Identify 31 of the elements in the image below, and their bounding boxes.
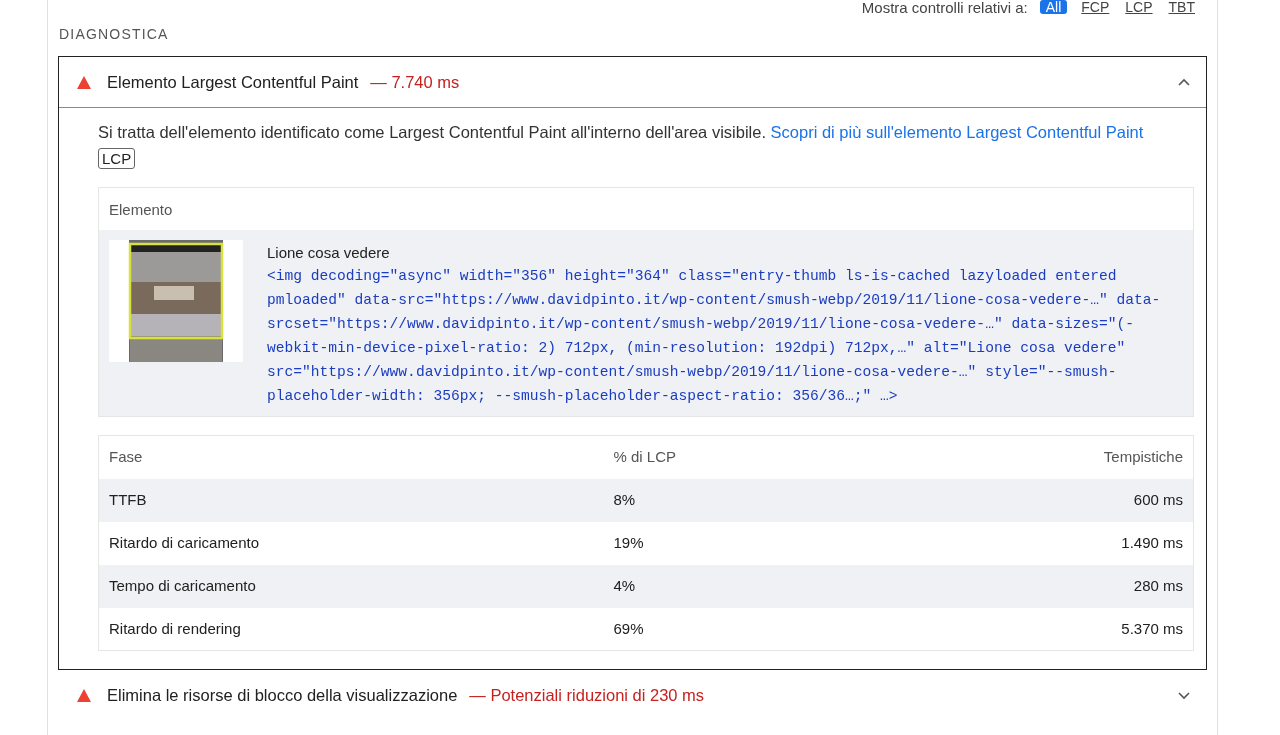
- column-header: Fase: [98, 435, 604, 479]
- column-header: % di LCP: [603, 435, 871, 479]
- filter-chip[interactable]: All: [1039, 0, 1068, 14]
- filter-label: Mostra controlli relativi a:: [861, 0, 1028, 15]
- column-header: Elemento: [108, 200, 174, 220]
- table-cell: 600 ms: [870, 478, 1194, 522]
- table-cell: 5.370 ms: [870, 607, 1194, 651]
- learn-more-link[interactable]: Scopri di più sull'elemento Largest Contentful Paint: [770, 123, 1144, 141]
- filter-chip[interactable]: TBT: [1166, 0, 1197, 14]
- filter-chip[interactable]: FCP: [1079, 0, 1112, 14]
- metric-tag: LCP: [98, 148, 136, 169]
- table-cell: 1.490 ms: [870, 521, 1194, 565]
- table-cell: 8%: [603, 478, 871, 522]
- warning-triangle-icon: [77, 75, 91, 89]
- audit-description: Si tratta dell'elemento identificato come Largest Contentful Paint all'interno dell'area visibile.: [98, 123, 767, 141]
- table-cell: 69%: [603, 607, 871, 651]
- filter-chip[interactable]: LCP: [1123, 0, 1155, 14]
- table-cell: 4%: [603, 564, 871, 608]
- chevron-icon: [1178, 691, 1190, 701]
- table-cell: Tempo di caricamento: [98, 564, 604, 608]
- table-cell: 19%: [603, 521, 871, 565]
- html-snippet: <img decoding="async" width="356" height="364" class="entry-thumb ls-is-cached lazyloaded entered pmloaded" data-src="https://www.davidpinto.it/wp-content/smush-webp/2019/11/lione-cosa-vedere-…" data-srcset="https://www.davidpinto.it/wp-content/smush-webp/2019/11/lione-cosa-vedere-…" data-sizes="(-webkit-min-device-pixel-ratio: 2) 712px, (min-resolution: 192dpi) 712px,…" alt="Lione cosa vedere" src="https://www.davidpinto.it/wp-content/smush-webp/2019/11/lione-cosa-vedere-…" style="--smush-placeholder-width: 356px; --smush-placeholder-aspect-ratio: 356/36…;" …>: [267, 267, 1162, 406]
- section-heading: DIAGNOSTICA: [59, 26, 170, 42]
- table-cell: 280 ms: [870, 564, 1194, 608]
- table-cell: TTFB: [98, 478, 604, 522]
- chevron-icon: [1178, 78, 1190, 88]
- warning-triangle-icon: [77, 688, 91, 702]
- node-label: Lione cosa vedere: [267, 243, 391, 263]
- table-cell: Ritardo di caricamento: [98, 521, 604, 565]
- table-cell: Ritardo di rendering: [98, 607, 604, 651]
- column-header: Tempistiche: [870, 435, 1194, 479]
